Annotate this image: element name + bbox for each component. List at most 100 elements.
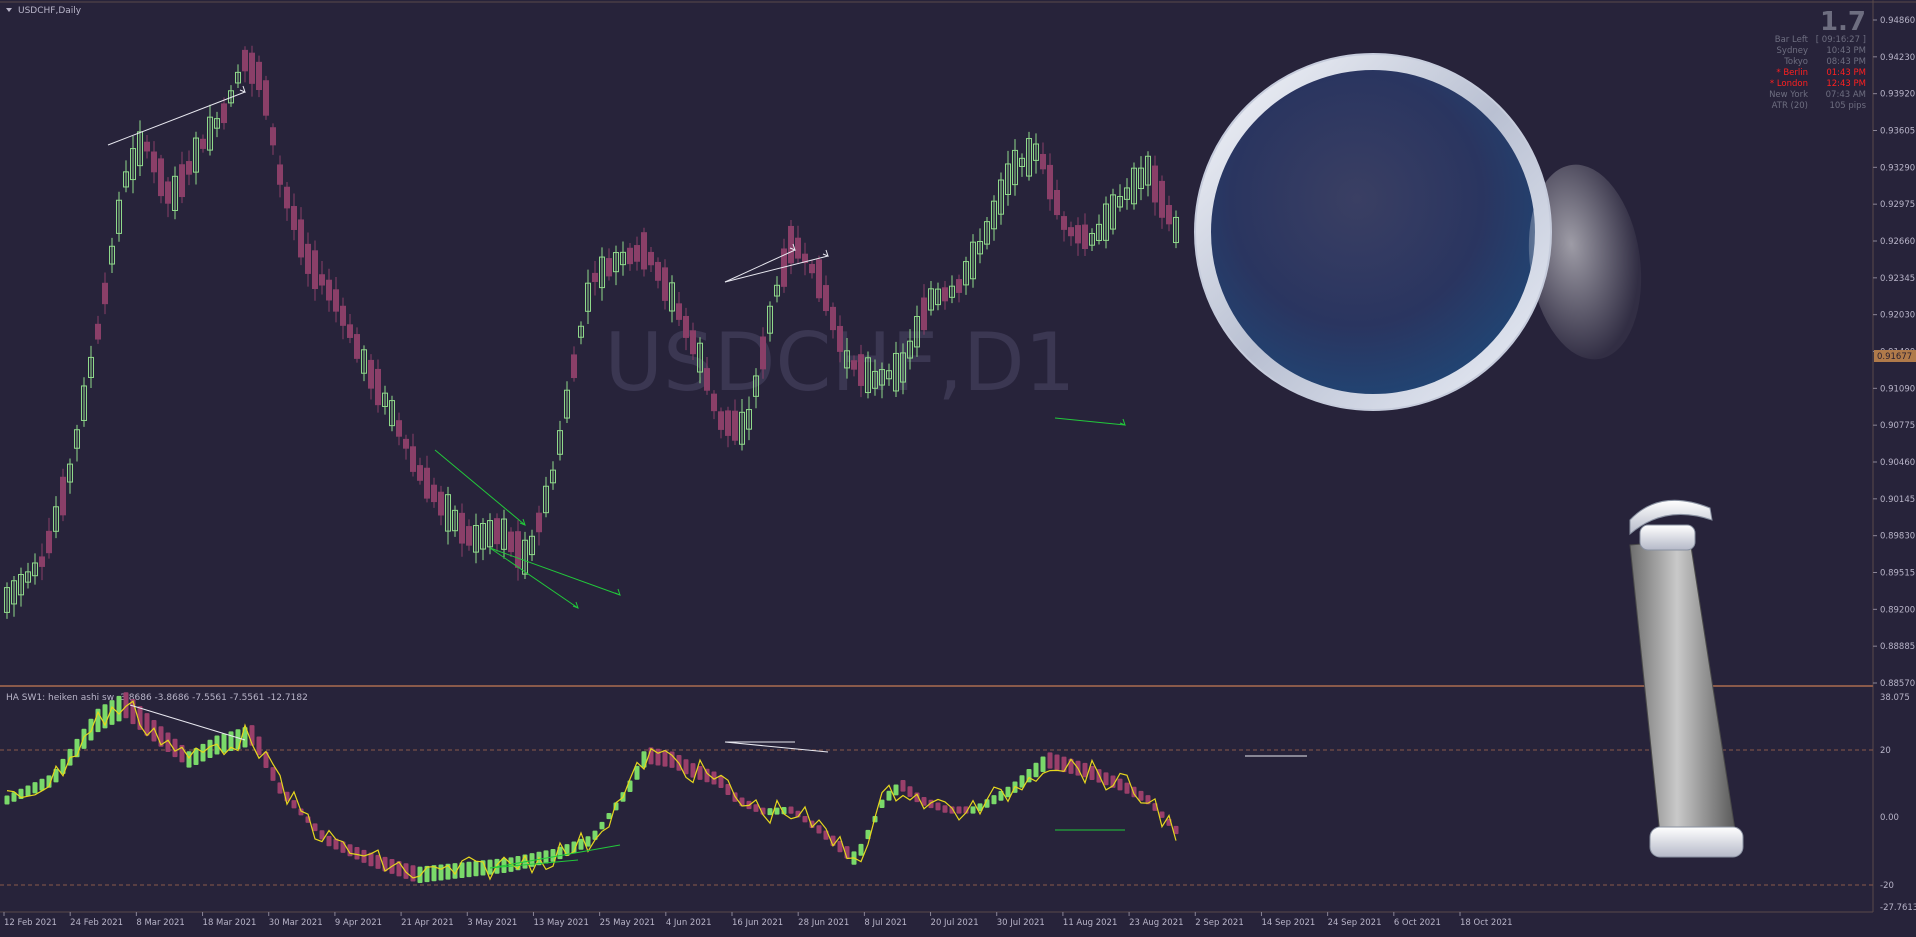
candle-body bbox=[305, 243, 311, 274]
ha-bar bbox=[991, 795, 997, 805]
ha-bar bbox=[1159, 811, 1165, 818]
candle-body bbox=[347, 324, 353, 338]
indicator-tick-label: 0.00 bbox=[1880, 813, 1899, 823]
indicator-tick-label: -27.7613 bbox=[1880, 903, 1916, 913]
candle-body bbox=[39, 556, 45, 567]
time-tick-label: 13 May 2021 bbox=[533, 918, 588, 928]
ha-bar bbox=[606, 812, 612, 820]
ha-bar bbox=[697, 765, 703, 780]
chart-canvas[interactable]: USDCHF,D1 USDCHF,Daily HA SW1: heiken as… bbox=[0, 0, 1916, 933]
ha-bar bbox=[900, 780, 906, 792]
candle-body bbox=[732, 410, 738, 441]
candle-body bbox=[95, 323, 101, 340]
candle-body bbox=[431, 484, 437, 503]
session-label: Bar Left bbox=[1775, 35, 1809, 45]
candle-body bbox=[291, 206, 297, 230]
candle-body bbox=[144, 141, 150, 152]
ha-bar bbox=[739, 797, 745, 807]
ha-bar bbox=[1138, 790, 1144, 801]
time-tick-label: 24 Feb 2021 bbox=[70, 918, 123, 928]
price-tick-label: 0.93920 bbox=[1880, 90, 1915, 100]
candle-body bbox=[634, 245, 640, 262]
price-tick-label: 0.90460 bbox=[1880, 458, 1915, 468]
candle-body bbox=[1047, 164, 1053, 200]
candle-body bbox=[956, 279, 962, 293]
candle-body bbox=[200, 138, 206, 149]
ha-bar bbox=[410, 865, 416, 882]
ha-bar bbox=[1033, 762, 1039, 778]
time-tick-label: 21 Apr 2021 bbox=[401, 918, 454, 928]
candle-body bbox=[1068, 227, 1074, 237]
candle-body bbox=[165, 181, 171, 204]
time-tick-label: 8 Jul 2021 bbox=[864, 918, 907, 928]
ha-bar bbox=[1124, 782, 1130, 794]
ha-bar bbox=[816, 825, 822, 834]
chart-window[interactable]: USDCHF,D1 USDCHF,Daily HA SW1: heiken as… bbox=[0, 0, 1916, 933]
candle-body bbox=[851, 360, 857, 370]
candle-body bbox=[690, 330, 696, 355]
candle-body bbox=[60, 476, 66, 516]
current-price-label: 0.91677 bbox=[1877, 352, 1912, 362]
ha-bar bbox=[466, 861, 472, 878]
candle-body bbox=[375, 368, 381, 406]
indicator-title: HA SW1: heiken ashi sw -3.8686 -3.8686 -… bbox=[6, 693, 308, 703]
session-label: Tokyo bbox=[1783, 57, 1808, 67]
ha-bar bbox=[81, 728, 87, 749]
candle-body bbox=[816, 259, 822, 299]
candle-body bbox=[319, 274, 325, 286]
time-tick-label: 4 Jun 2021 bbox=[666, 918, 712, 928]
ha-bar bbox=[942, 805, 948, 813]
candle-body bbox=[1061, 216, 1067, 230]
ha-bar bbox=[1054, 754, 1060, 771]
candle-body bbox=[921, 297, 927, 331]
ha-bar bbox=[599, 821, 605, 830]
ha-bar bbox=[312, 823, 318, 832]
ha-bar bbox=[270, 767, 276, 781]
ha-bar bbox=[1117, 778, 1123, 791]
ha-bar bbox=[683, 759, 689, 775]
candle-body bbox=[830, 306, 836, 331]
session-time: 105 pips bbox=[1829, 101, 1866, 111]
price-tick-label: 0.92975 bbox=[1880, 200, 1915, 210]
ha-bar bbox=[1047, 752, 1053, 769]
price-tick-label: 0.94230 bbox=[1880, 53, 1915, 63]
candle-body bbox=[340, 305, 346, 326]
time-tick-label: 8 Mar 2021 bbox=[136, 918, 184, 928]
session-label: New York bbox=[1769, 90, 1808, 100]
time-tick-label: 30 Mar 2021 bbox=[269, 918, 323, 928]
ha-bar bbox=[25, 785, 31, 797]
time-tick-label: 6 Oct 2021 bbox=[1394, 918, 1441, 928]
session-time: 01:43 PM bbox=[1826, 68, 1866, 78]
symbol-title: USDCHF,Daily bbox=[18, 6, 82, 16]
ha-bar bbox=[543, 850, 549, 864]
session-label: ATR (20) bbox=[1772, 101, 1808, 111]
ha-bar bbox=[718, 775, 724, 788]
ha-bar bbox=[39, 778, 45, 791]
price-tick-label: 0.90145 bbox=[1880, 495, 1915, 505]
time-tick-label: 14 Sep 2021 bbox=[1261, 918, 1315, 928]
ha-bar bbox=[1005, 786, 1011, 798]
time-tick-label: 9 Apr 2021 bbox=[335, 918, 382, 928]
ha-bar bbox=[662, 750, 668, 767]
session-label: * Berlin bbox=[1776, 68, 1808, 78]
ha-bar bbox=[970, 806, 976, 814]
price-tick-label: 0.89515 bbox=[1880, 569, 1915, 579]
session-time: 08:43 PM bbox=[1826, 57, 1866, 67]
ha-bar bbox=[956, 806, 962, 814]
candle-body bbox=[627, 247, 633, 265]
candle-body bbox=[662, 267, 668, 301]
candle-body bbox=[284, 186, 290, 209]
candle-body bbox=[1166, 205, 1172, 225]
time-tick-label: 28 Jun 2021 bbox=[798, 918, 849, 928]
candle-body bbox=[676, 303, 682, 320]
candle-body bbox=[396, 420, 402, 437]
candle-body bbox=[641, 232, 647, 270]
price-tick-label: 0.92030 bbox=[1880, 311, 1915, 321]
candle-body bbox=[466, 526, 472, 546]
ha-bar bbox=[291, 800, 297, 809]
candle-body bbox=[410, 446, 416, 472]
ha-bar bbox=[858, 843, 864, 856]
ha-bar bbox=[893, 784, 899, 796]
ha-bar bbox=[116, 695, 122, 722]
candle-body bbox=[515, 531, 521, 568]
